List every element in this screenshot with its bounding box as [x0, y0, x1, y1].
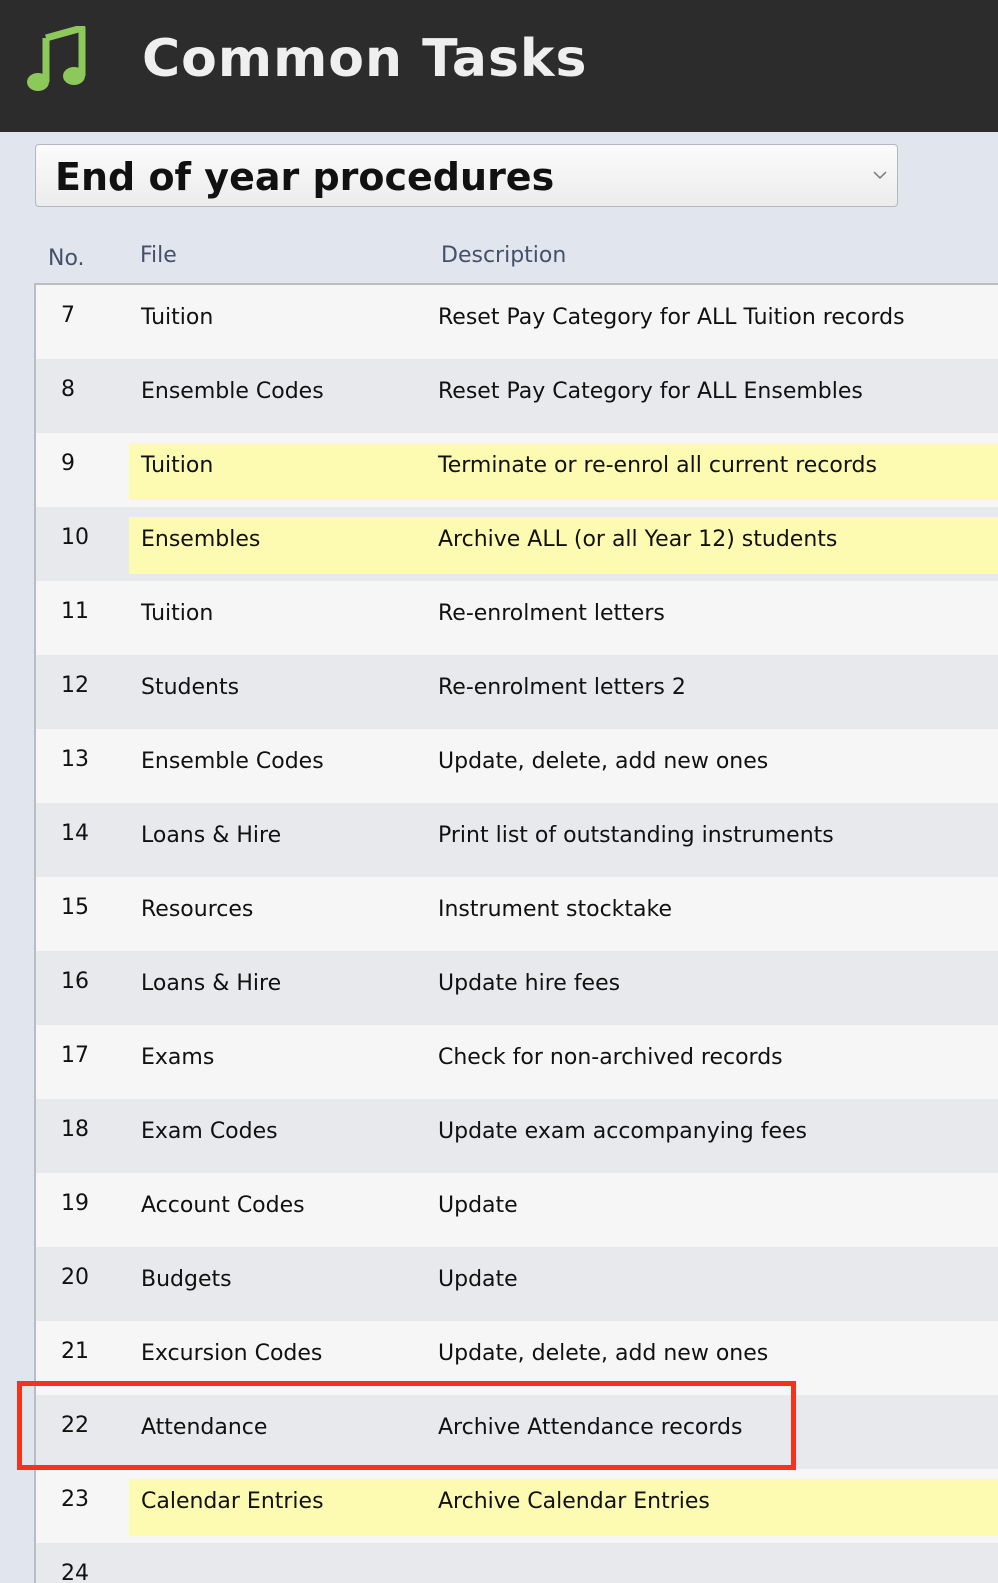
row-number: 16 [61, 969, 89, 994]
table-row[interactable]: 17 Exams Check for non-archived records [36, 1025, 998, 1099]
page-title: Common Tasks [142, 29, 588, 89]
row-file: Students [141, 675, 240, 700]
row-number: 11 [61, 599, 89, 624]
row-description: Update [438, 1193, 518, 1218]
row-file: Ensembles [141, 527, 261, 552]
row-description: Check for non-archived records [438, 1045, 783, 1070]
row-file: Budgets [141, 1267, 232, 1292]
table-row[interactable]: 16 Loans & Hire Update hire fees [36, 951, 998, 1025]
row-number: 15 [61, 895, 89, 920]
row-number: 10 [61, 525, 89, 550]
table-row[interactable]: 15 Resources Instrument stocktake [36, 877, 998, 951]
row-number: 8 [61, 377, 75, 402]
table-row[interactable]: 8 Ensemble Codes Reset Pay Category for AL… [36, 359, 998, 433]
row-number: 19 [61, 1191, 89, 1216]
table-row[interactable]: 14 Loans & Hire Print list of outstanding … [36, 803, 998, 877]
row-file: Ensemble Codes [141, 379, 324, 404]
row-number: 12 [61, 673, 89, 698]
row-number: 17 [61, 1043, 89, 1068]
row-description: Reset Pay Category for ALL Ensembles [438, 379, 863, 404]
row-description: Update, delete, add new ones [438, 1341, 769, 1366]
table-row[interactable]: 20 Budgets Update [36, 1247, 998, 1321]
music-note-icon [27, 26, 86, 91]
row-number: 23 [61, 1487, 89, 1512]
row-description: Instrument stocktake [438, 897, 673, 922]
table-row[interactable]: 11 Tuition Re-enrolment letters [36, 581, 998, 655]
table-row[interactable]: 18 Exam Codes Update exam accompanying fee… [36, 1099, 998, 1173]
chevron-down-icon [873, 171, 887, 180]
row-file: Loans & Hire [141, 823, 282, 848]
select-value: End of year procedures [55, 155, 555, 199]
row-number: 9 [61, 451, 75, 476]
row-description: Update exam accompanying fees [438, 1119, 808, 1144]
row-number: 18 [61, 1117, 89, 1142]
row-number: 13 [61, 747, 89, 772]
app-header: Common Tasks [0, 0, 998, 132]
row-file: Exams [141, 1045, 215, 1070]
row-description: Re-enrolment letters [438, 601, 665, 626]
row-file: Exam Codes [141, 1119, 278, 1144]
row-number: 20 [61, 1265, 89, 1290]
row-number: 14 [61, 821, 89, 846]
row-description: Print list of outstanding instruments [438, 823, 834, 848]
column-header-file: File [140, 243, 177, 268]
row-file: Calendar Entries [141, 1489, 324, 1514]
table-row[interactable]: 13 Ensemble Codes Update, delete, add new … [36, 729, 998, 803]
selection-highlight-box [17, 1381, 796, 1470]
column-header-no: No. [48, 246, 85, 271]
row-file: Tuition [141, 453, 214, 478]
row-file: Tuition [141, 305, 214, 330]
table-row[interactable]: 24 [36, 1543, 998, 1583]
table-row[interactable]: 23 Calendar Entries Archive Calendar Entri… [36, 1469, 998, 1543]
row-description: Update hire fees [438, 971, 621, 996]
table-row[interactable]: 7 Tuition Reset Pay Category for ALL Tuiti… [36, 285, 998, 359]
row-file: Excursion Codes [141, 1341, 323, 1366]
task-list-select[interactable]: End of year procedures [35, 144, 898, 207]
table-row[interactable]: 19 Account Codes Update [36, 1173, 998, 1247]
row-description: Update [438, 1267, 518, 1292]
table-row[interactable]: 12 Students Re-enrolment letters 2 [36, 655, 998, 729]
row-file: Resources [141, 897, 254, 922]
row-number: 7 [61, 303, 75, 328]
row-description: Archive Calendar Entries [438, 1489, 710, 1514]
row-description: Re-enrolment letters 2 [438, 675, 686, 700]
table-row[interactable]: 10 Ensembles Archive ALL (or all Year 12) … [36, 507, 998, 581]
row-number: 21 [61, 1339, 89, 1364]
row-description: Archive ALL (or all Year 12) students [438, 527, 838, 552]
row-file: Tuition [141, 601, 214, 626]
table-row[interactable]: 9 Tuition Terminate or re-enrol all curren… [36, 433, 998, 507]
row-description: Terminate or re-enrol all current record… [438, 453, 877, 478]
row-description: Update, delete, add new ones [438, 749, 769, 774]
row-file: Ensemble Codes [141, 749, 324, 774]
row-number: 24 [61, 1561, 89, 1583]
row-description: Reset Pay Category for ALL Tuition recor… [438, 305, 905, 330]
row-file: Loans & Hire [141, 971, 282, 996]
column-header-description: Description [441, 243, 567, 268]
row-file: Account Codes [141, 1193, 305, 1218]
